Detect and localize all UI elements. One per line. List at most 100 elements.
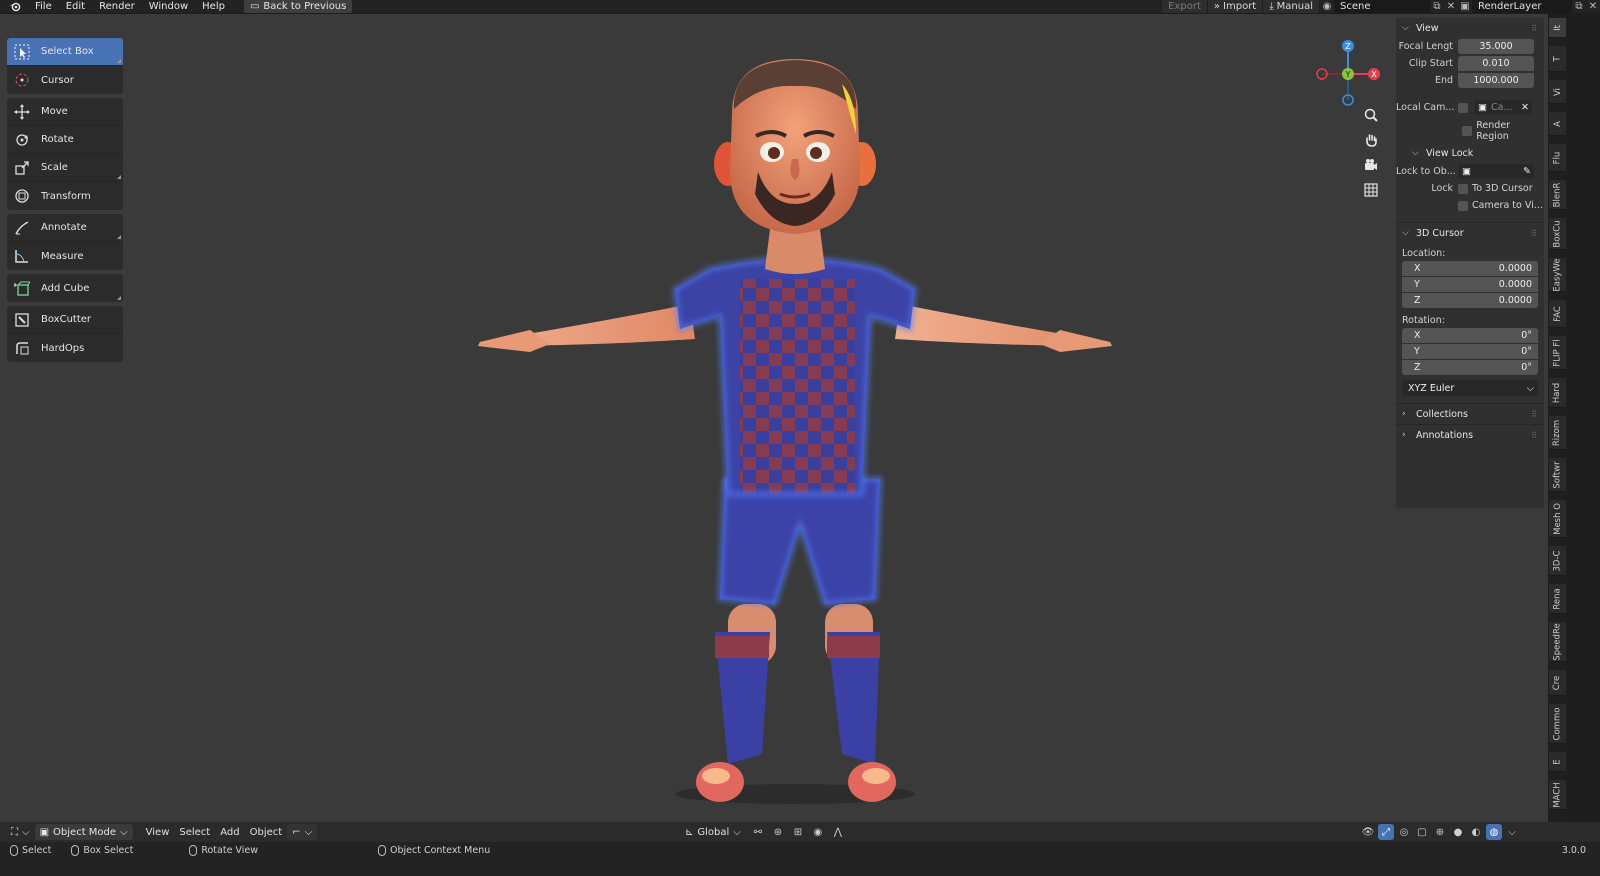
menu-object[interactable]: Object	[245, 824, 288, 840]
scene-copy-icon[interactable]: ⧉	[1430, 0, 1444, 13]
tool-annotate[interactable]: Annotate	[7, 214, 123, 242]
tool-scale[interactable]: Scale	[7, 154, 123, 182]
sidebar-tab[interactable]: BoxCu	[1549, 218, 1566, 250]
annotations-panel-header[interactable]: › Annotations ⠿	[1396, 425, 1544, 445]
tool-hardops[interactable]: HardOps	[7, 334, 123, 362]
snap-grid-icon[interactable]: ⊞	[790, 824, 806, 840]
blender-logo-icon[interactable]	[8, 1, 22, 13]
solid-shading-icon[interactable]: ●	[1450, 824, 1466, 840]
menu-file[interactable]: File	[28, 0, 59, 13]
tool-cursor[interactable]: Cursor	[7, 66, 123, 94]
rotation-x-field[interactable]: X 0°	[1402, 328, 1538, 343]
sidebar-tab[interactable]: SpeedRe	[1549, 622, 1566, 662]
extra-options-button[interactable]: ⌐ ⌵	[287, 824, 318, 840]
tool-select-box[interactable]: Select Box	[7, 38, 123, 66]
wireframe-shading-icon[interactable]: ⊕	[1432, 824, 1448, 840]
drag-grip-icon[interactable]: ⠿	[1531, 410, 1538, 419]
layer-copy-icon[interactable]: ⧉	[1572, 0, 1586, 13]
3d-cursor-panel-header[interactable]: ⌵ 3D Cursor ⠿	[1396, 223, 1544, 243]
navigation-gizmo[interactable]: Z X Y	[1312, 38, 1384, 110]
sidebar-tab[interactable]: BlenR	[1549, 180, 1566, 210]
drag-grip-icon[interactable]: ⠿	[1531, 24, 1538, 33]
sidebar-tab[interactable]: FAC	[1549, 300, 1566, 328]
location-z-field[interactable]: Z 0.0000	[1402, 293, 1538, 308]
tool-transform[interactable]: Transform	[7, 182, 123, 210]
chevron-down-icon[interactable]: ⌵	[1504, 824, 1520, 840]
sidebar-tab[interactable]: Mesh O	[1549, 500, 1566, 538]
menu-help[interactable]: Help	[195, 0, 232, 13]
camera-to-view-checkbox[interactable]: Camera to Vi...	[1458, 200, 1543, 211]
overlay-toggle-icon[interactable]: ◎	[1396, 824, 1412, 840]
drag-grip-icon[interactable]: ⠿	[1531, 229, 1538, 238]
3d-viewport[interactable]: Select Box Cursor Move Rotate Scale Tran…	[0, 14, 1548, 822]
sidebar-tab[interactable]: FLIP Fl	[1549, 336, 1566, 370]
menu-add[interactable]: Add	[215, 824, 244, 840]
sidebar-tab[interactable]: 3D-C	[1549, 546, 1566, 576]
layer-name-field[interactable]: RenderLayer	[1472, 0, 1572, 13]
menu-edit[interactable]: Edit	[59, 0, 92, 13]
pivot-icon[interactable]: ⚯	[750, 824, 766, 840]
sidebar-tab[interactable]: E	[1549, 752, 1566, 772]
sidebar-tab[interactable]: Flu	[1549, 144, 1566, 172]
back-to-previous-button[interactable]: ▭ Back to Previous	[243, 0, 353, 13]
local-camera-checkbox[interactable]	[1458, 102, 1468, 113]
tool-rotate[interactable]: Rotate	[7, 126, 123, 154]
render-region-checkbox[interactable]: Render Region	[1462, 120, 1544, 142]
sidebar-tab[interactable]: A	[1549, 112, 1566, 136]
location-x-field[interactable]: X 0.0000	[1402, 261, 1538, 276]
sidebar-tab[interactable]: Cre	[1549, 670, 1566, 696]
scene-close-icon[interactable]: ✕	[1444, 0, 1458, 13]
orientation-select[interactable]: ⊾ Global ⌵	[680, 824, 746, 840]
scene-name-field[interactable]: Scene	[1334, 0, 1430, 13]
clear-x-icon[interactable]: ✕	[1521, 102, 1529, 113]
tool-move[interactable]: Move	[7, 98, 123, 126]
clip-start-field[interactable]: 0.010	[1458, 56, 1534, 71]
menu-view[interactable]: View	[141, 824, 175, 840]
import-button[interactable]: » Import	[1207, 0, 1264, 13]
location-y-field[interactable]: Y 0.0000	[1402, 277, 1538, 292]
sidebar-tab[interactable]: EasyWe	[1549, 258, 1566, 292]
camera-view-icon[interactable]	[1360, 154, 1382, 176]
proportional-edit-icon[interactable]: ◉	[810, 824, 826, 840]
snap-toggle-icon[interactable]: ⊛	[770, 824, 786, 840]
sidebar-tab[interactable]: Rena	[1549, 584, 1566, 614]
sidebar-tab[interactable]: Hard	[1549, 378, 1566, 408]
gizmo-toggle-icon[interactable]: ⤢	[1378, 824, 1394, 840]
rotation-z-field[interactable]: Z 0°	[1402, 360, 1538, 375]
menu-render[interactable]: Render	[92, 0, 142, 13]
sidebar-tab[interactable]: T	[1549, 46, 1566, 72]
visibility-icon[interactable]: 👁	[1360, 824, 1376, 840]
xray-toggle-icon[interactable]: ▢	[1414, 824, 1430, 840]
perspective-grid-icon[interactable]	[1360, 179, 1382, 201]
tool-boxcutter[interactable]: BoxCutter	[7, 306, 123, 334]
collections-panel-header[interactable]: › Collections ⠿	[1396, 404, 1544, 424]
rendered-shading-icon[interactable]: ◍	[1486, 824, 1502, 840]
focal-length-field[interactable]: 35.000	[1458, 39, 1534, 54]
view-panel-header[interactable]: ⌵ View ⠿	[1396, 18, 1544, 38]
scene-selector-icon[interactable]: ◉	[1320, 0, 1334, 13]
lock-to-object-field[interactable]: ▣ ✎	[1458, 164, 1534, 179]
eyedropper-icon[interactable]: ✎	[1523, 166, 1531, 177]
rotation-y-field[interactable]: Y 0°	[1402, 344, 1538, 359]
object-mode-select[interactable]: ▣ Object Mode ⌵	[34, 824, 133, 840]
sidebar-tab[interactable]: MACH	[1549, 780, 1566, 810]
rotation-mode-select[interactable]: XYZ Euler ⌵	[1402, 380, 1538, 396]
layer-selector-icon[interactable]: ▣	[1458, 0, 1472, 13]
drag-grip-icon[interactable]: ⠿	[1531, 431, 1538, 440]
clip-end-field[interactable]: 1000.000	[1458, 73, 1534, 88]
manual-button[interactable]: ⤓ Manual	[1263, 0, 1320, 13]
falloff-curve-icon[interactable]: ⋀	[830, 824, 846, 840]
pan-hand-icon[interactable]	[1360, 129, 1382, 151]
layer-close-icon[interactable]: ✕	[1586, 0, 1600, 13]
editor-type-button[interactable]: ⛶ ⌵	[6, 824, 35, 840]
sidebar-tab[interactable]: Rizom	[1549, 416, 1566, 450]
tool-measure[interactable]: Measure	[7, 242, 123, 270]
export-button[interactable]: Export	[1162, 0, 1208, 13]
sidebar-tab[interactable]: Softwr	[1549, 458, 1566, 492]
sidebar-tab[interactable]: Vi	[1549, 80, 1566, 104]
menu-window[interactable]: Window	[142, 0, 195, 13]
local-camera-field[interactable]: ▣ Ca... ✕	[1474, 100, 1532, 115]
zoom-icon[interactable]	[1360, 104, 1382, 126]
menu-select[interactable]: Select	[174, 824, 215, 840]
sidebar-tab[interactable]: Commo	[1549, 704, 1566, 744]
